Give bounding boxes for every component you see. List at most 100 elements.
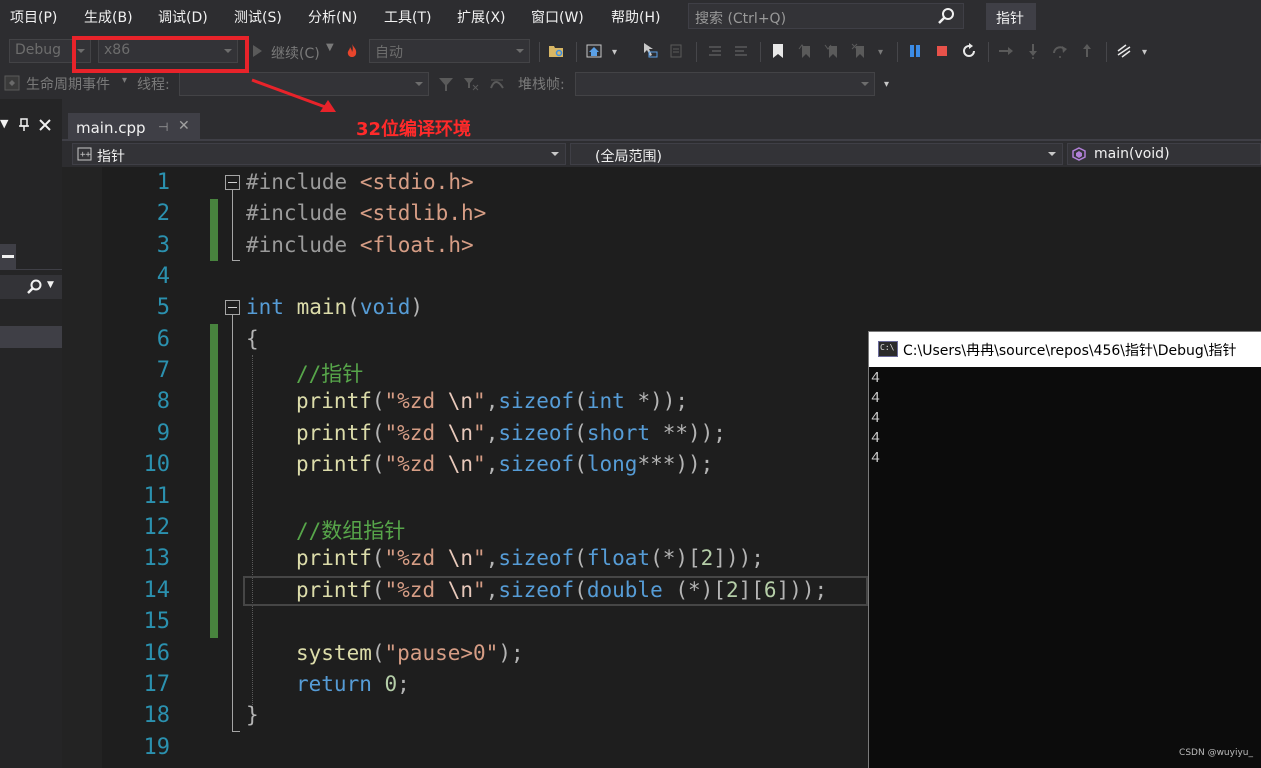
console-output-line: 4 <box>871 430 881 447</box>
code-line-2[interactable]: #include <stdlib.h> <box>246 201 486 225</box>
code-line-17[interactable]: return 0; <box>296 672 410 696</box>
menu-test[interactable]: 测试(S) <box>234 7 282 27</box>
uncomment-icon[interactable] <box>733 43 749 59</box>
collapse-region-icon[interactable] <box>225 175 240 190</box>
project-dropdown[interactable]: ++ 指针 <box>72 143 566 165</box>
step-icon[interactable] <box>668 43 684 59</box>
stackframe-dropdown[interactable] <box>575 72 875 96</box>
menu-help[interactable]: 帮助(H) <box>611 7 660 27</box>
indent-guide <box>252 355 253 715</box>
line-number: 19 <box>143 735 171 760</box>
preprocessor-directive: #include <box>246 201 348 225</box>
panel-menu-icon[interactable]: ▼ <box>0 117 8 130</box>
menu-debug[interactable]: 调试(D) <box>158 7 208 27</box>
prev-bookmark-icon[interactable] <box>797 43 813 59</box>
code-line-6[interactable]: { <box>246 327 259 351</box>
lifecycle-icon <box>4 75 20 91</box>
close-brace: } <box>246 703 259 727</box>
tab-main-cpp[interactable]: main.cpp ⊣ ✕ <box>68 113 200 140</box>
menu-build[interactable]: 生成(B) <box>84 7 133 27</box>
project-value: 指针 <box>97 149 125 165</box>
scope-value: (全局范围) <box>595 149 662 165</box>
line-number: 5 <box>156 295 170 320</box>
tree-item-selected[interactable] <box>0 326 62 348</box>
pin-icon[interactable]: ⊣ <box>158 120 168 134</box>
show-next-statement-icon[interactable] <box>998 43 1014 59</box>
chevron-down-icon <box>1048 152 1056 156</box>
open-folder-icon[interactable] <box>548 43 564 59</box>
code-line-5[interactable]: int main(void) <box>246 295 423 319</box>
auto-dropdown[interactable]: 自动 <box>369 39 530 63</box>
line-number: 13 <box>143 546 171 571</box>
panel-search-box[interactable]: ▼ <box>0 275 62 299</box>
menu-analyze[interactable]: 分析(N) <box>308 7 357 27</box>
search-box[interactable]: 搜索 (Ctrl+Q) <box>688 3 964 29</box>
escape-sequence: \n <box>447 452 474 476</box>
punctuation: )); <box>675 452 714 476</box>
step-into-icon[interactable] <box>1025 43 1041 59</box>
lifecycle-dropdown-icon[interactable]: ▾ <box>122 75 127 86</box>
collapse-all-button[interactable] <box>0 244 16 269</box>
line-number: 2 <box>156 201 170 226</box>
close-icon[interactable] <box>38 118 52 132</box>
line-number: 12 <box>143 515 171 540</box>
thread-label: 线程: <box>137 77 170 93</box>
filter-threads-icon[interactable] <box>463 76 479 92</box>
flag-threads-icon[interactable] <box>489 76 505 92</box>
dropdown-icon[interactable]: ▾ <box>612 47 617 58</box>
search-options-icon[interactable]: ▼ <box>47 280 54 290</box>
console-output-line: 4 <box>871 410 881 427</box>
pointer-icon[interactable] <box>642 42 658 58</box>
pause-icon[interactable] <box>907 43 923 59</box>
annotation-arrow-icon <box>251 78 336 112</box>
continue-dropdown-icon[interactable]: ▼ <box>326 42 334 53</box>
step-over-icon[interactable] <box>1052 43 1068 59</box>
dropdown-icon[interactable]: ▾ <box>878 47 883 58</box>
string-literal: "%zd <box>384 546 448 570</box>
keyword: sizeof <box>498 421 575 445</box>
next-bookmark-icon[interactable] <box>824 43 840 59</box>
dropdown-icon[interactable]: ▾ <box>1142 47 1147 58</box>
code-line-14[interactable]: printf("%zd \n",sizeof(double (*)[2][6])… <box>296 578 827 602</box>
home-icon[interactable] <box>586 43 602 59</box>
restart-icon[interactable] <box>961 43 977 59</box>
indicator-margin[interactable] <box>62 167 102 768</box>
scope-dropdown[interactable]: (全局范围) <box>570 143 1063 165</box>
code-line-8[interactable]: printf("%zd \n",sizeof(int *)); <box>296 389 688 413</box>
filter-icon[interactable] <box>438 76 454 92</box>
solution-name[interactable]: 指针 <box>986 3 1036 30</box>
menu-tools[interactable]: 工具(T) <box>384 7 431 27</box>
comment-icon[interactable] <box>707 43 723 59</box>
menu-project[interactable]: 项目(P) <box>10 7 57 27</box>
console-window[interactable]: C:\ C:\Users\冉冉\source\repos\456\指针\Debu… <box>868 331 1261 768</box>
code-line-7[interactable]: //指针 <box>296 358 363 388</box>
menu-extensions[interactable]: 扩展(X) <box>457 7 506 27</box>
menu-window[interactable]: 窗口(W) <box>531 7 584 27</box>
code-line-3[interactable]: #include <float.h> <box>246 233 474 257</box>
code-line-18[interactable]: } <box>246 703 259 727</box>
stop-icon[interactable] <box>934 43 950 59</box>
code-line-16[interactable]: system("pause>0"); <box>296 641 524 665</box>
collapse-region-icon[interactable] <box>225 300 240 315</box>
clear-bookmarks-icon[interactable] <box>851 43 867 59</box>
member-dropdown[interactable]: main(void) <box>1067 143 1261 165</box>
code-line-12[interactable]: //数组指针 <box>296 515 405 545</box>
dropdown-icon[interactable]: ▾ <box>884 79 889 90</box>
play-icon[interactable] <box>249 43 265 59</box>
code-line-1[interactable]: #include <stdio.h> <box>246 170 474 194</box>
code-line-9[interactable]: printf("%zd \n",sizeof(short **)); <box>296 421 726 445</box>
line-number: 14 <box>143 578 171 603</box>
continue-button[interactable]: 继续(C) <box>271 43 320 63</box>
pin-icon[interactable] <box>17 118 31 132</box>
line-number: 1 <box>156 170 170 195</box>
lifecycle-events-button[interactable]: 生命周期事件 <box>26 74 110 94</box>
step-out-icon[interactable] <box>1079 43 1095 59</box>
string-literal: "%zd <box>384 389 448 413</box>
bookmark-icon[interactable] <box>770 43 786 59</box>
hex-display-icon[interactable] <box>1116 43 1132 59</box>
close-icon[interactable]: ✕ <box>178 118 190 134</box>
hot-reload-icon[interactable] <box>344 43 360 59</box>
console-titlebar[interactable]: C:\ C:\Users\冉冉\source\repos\456\指针\Debu… <box>869 332 1261 367</box>
code-line-13[interactable]: printf("%zd \n",sizeof(float(*)[2])); <box>296 546 764 570</box>
code-line-10[interactable]: printf("%zd \n",sizeof(long***)); <box>296 452 713 476</box>
